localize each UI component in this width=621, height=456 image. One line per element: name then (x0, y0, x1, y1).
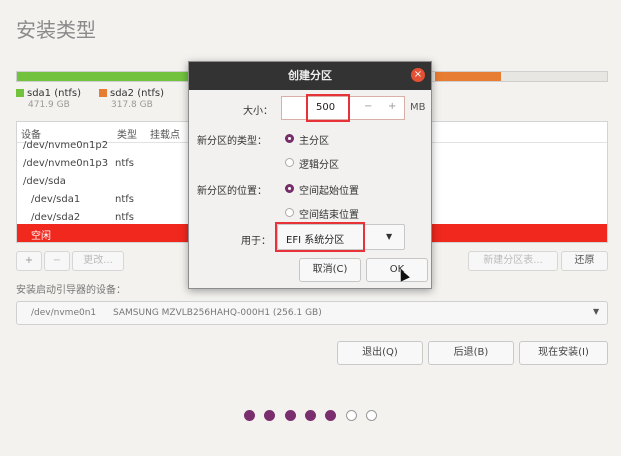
quit-button[interactable]: 退出(Q) (337, 341, 423, 365)
row-type: ntfs (115, 158, 134, 169)
progress-dot-2 (264, 410, 275, 421)
add-partition-button[interactable]: + (16, 251, 42, 271)
bootloader-device-select[interactable]: /dev/nvme0n1 SAMSUNG MZVLB256HAHQ-000H1 … (16, 301, 608, 325)
install-now-button[interactable]: 现在安装(I) (519, 341, 608, 365)
legend-size: 317.8 GB (111, 100, 153, 110)
legend-swatch (16, 89, 24, 97)
legend-label: sda2 (ntfs) (110, 88, 165, 99)
use-as-highlight-box (275, 222, 365, 252)
bootloader-label: 安装启动引导器的设备： (16, 285, 126, 296)
progress-dot-7 (366, 410, 377, 421)
location-label: 新分区的位置： (197, 186, 267, 197)
revert-button[interactable]: 还原 (561, 251, 608, 271)
radio-logical[interactable] (285, 158, 294, 167)
type-label: 新分区的类型： (197, 136, 267, 147)
close-icon[interactable]: × (411, 68, 425, 82)
legend-size: 471.9 GB (28, 100, 70, 110)
disk-segment-sda2 (435, 72, 501, 81)
bootloader-device-desc: SAMSUNG MZVLB256HAHQ-000H1 (256.1 GB) (113, 308, 322, 318)
new-partition-table-button[interactable]: 新建分区表... (468, 251, 558, 271)
legend-swatch (99, 89, 107, 97)
disk-segment-sda1 (17, 72, 192, 81)
location-end-label[interactable]: 空间结束位置 (299, 206, 359, 221)
legend-item-sda1: sda1 (ntfs) 471.9 GB (16, 88, 81, 110)
radio-location-end[interactable] (285, 208, 294, 217)
create-partition-dialog: 创建分区 × 大小： 500 − + MB 新分区的类型： 主分区 逻辑分区 新… (188, 61, 432, 289)
location-start-label[interactable]: 空间起始位置 (299, 182, 359, 197)
minus-icon[interactable]: − (364, 101, 372, 112)
remove-partition-button[interactable]: − (44, 251, 70, 271)
row-type: ntfs (115, 212, 134, 223)
page-title: 安装类型 (16, 18, 96, 42)
radio-primary[interactable] (285, 134, 294, 143)
size-highlight-box (306, 94, 350, 122)
legend-label: sda1 (ntfs) (27, 88, 82, 99)
use-as-label: 用于： (241, 236, 271, 247)
progress-dot-6 (346, 410, 357, 421)
radio-location-start[interactable] (285, 184, 294, 193)
progress-dot-4 (305, 410, 316, 421)
legend-item-sda2: sda2 (ntfs) 317.8 GB (99, 88, 164, 110)
chevron-down-icon: ▼ (593, 307, 600, 316)
size-label: 大小： (243, 106, 273, 117)
type-primary-label[interactable]: 主分区 (299, 132, 329, 147)
type-logical-label[interactable]: 逻辑分区 (299, 156, 339, 171)
row-device: 空闲 (31, 231, 51, 242)
row-type: ntfs (115, 194, 134, 205)
progress-dot-1 (244, 410, 255, 421)
plus-icon[interactable]: + (388, 101, 396, 112)
row-device: /dev/sda (23, 176, 66, 187)
row-device: /dev/nvme0n1p2 (23, 140, 109, 151)
size-unit: MB (410, 102, 426, 113)
dialog-title: 创建分区 (189, 62, 431, 90)
progress-dot-5 (325, 410, 336, 421)
chevron-down-icon: ▼ (386, 232, 393, 241)
bootloader-device: /dev/nvme0n1 (31, 308, 97, 318)
change-partition-button[interactable]: 更改... (72, 251, 124, 271)
row-device: /dev/sda2 (31, 212, 81, 223)
row-device: /dev/sda1 (31, 194, 81, 205)
row-device: /dev/nvme0n1p3 (23, 158, 109, 169)
progress-dot-3 (285, 410, 296, 421)
back-button[interactable]: 后退(B) (428, 341, 514, 365)
cancel-button[interactable]: 取消(C) (299, 258, 361, 282)
